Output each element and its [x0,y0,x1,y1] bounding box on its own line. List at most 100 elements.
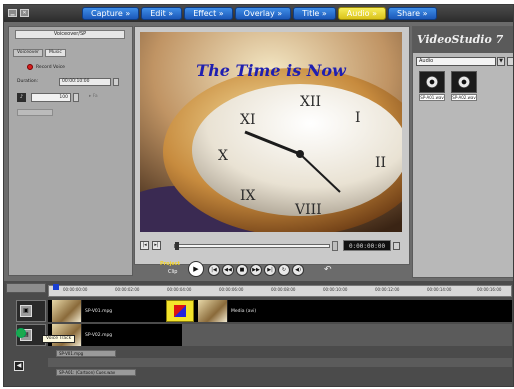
clip-thumbnail [198,300,228,322]
svg-text:XI: XI [240,112,256,128]
ruler-tick: 00:00:16:00 [477,287,502,292]
go-end-button[interactable]: ▸| [152,241,161,250]
timeline-ruler[interactable]: 00:00:00:00 00:00:02:00 00:00:04:00 00:0… [48,284,512,297]
library-item-label: SP-A01.wav [419,94,445,101]
library-options-button[interactable] [507,57,513,66]
duration-field[interactable]: 00:00:10:00 [59,78,111,86]
ruler-tick: 00:00:02:00 [115,287,140,292]
svg-text:X: X [218,148,228,164]
voice-track-empty[interactable] [48,358,512,367]
svg-text:VIII: VIII [294,202,322,218]
video-track[interactable]: SP-V01.mpg Media (avi) [48,300,512,322]
transition-effect[interactable] [166,300,194,322]
play-button[interactable]: ▶ [188,261,204,277]
svg-text:I: I [355,110,361,126]
step-bar: ▁ ✕ Capture » Edit » Effect » Overlay » … [4,5,513,22]
scrubber-bar[interactable] [174,242,330,250]
library-item[interactable]: SP-A01.wav [419,71,445,101]
disabled-option [17,109,53,116]
preview-panel: XI XII I X IX VIII II The Time is Now |◂… [134,26,410,265]
step-tab-effect[interactable]: Effect » [184,7,233,20]
tooltip: Voice Track [42,335,76,343]
navigation-controls: Project Clip ▶ |◀ ◀◀ ■ ▶▶ ▶| ↻ ◀) ↶ [154,261,354,281]
video-title-caption: The Time is Now [196,61,346,80]
project-mode-label[interactable]: Project [160,261,180,267]
repeat-button[interactable]: ↻ [278,264,290,276]
app-brand-logo: VideoStudio 7 [413,27,513,53]
library-item[interactable]: SP-A02.wav [451,71,477,101]
close-button[interactable]: ✕ [20,9,29,17]
svg-text:II: II [375,155,386,171]
volume-stepper[interactable] [73,93,79,102]
tab-voiceover[interactable]: Voiceover [13,49,44,57]
options-tabs: Voiceover Music [13,49,66,57]
previous-frame-button[interactable]: ◀◀ [222,264,234,276]
ruler-tick: 00:00:00:00 [63,287,88,292]
scrubber-handle[interactable] [175,242,179,250]
clip-mode-label[interactable]: Clip [168,269,177,275]
ruler-tick: 00:00:12:00 [375,287,400,292]
green-track-icon[interactable] [16,328,26,338]
duration-stepper[interactable] [113,78,119,86]
timecode-stepper[interactable] [393,242,400,250]
tab-music[interactable]: Music [45,49,66,57]
film-icon[interactable]: ▣ [20,305,32,317]
ruler-tick: 00:00:06:00 [219,287,244,292]
window-controls: ▁ ✕ [8,9,29,17]
step-tab-overlay[interactable]: Overlay » [234,7,292,20]
record-voice-button[interactable]: Record Voice [27,64,65,70]
ruler-tick: 00:00:08:00 [271,287,296,292]
audio-clip[interactable]: SP-A01: (Cartoon) Cues.wav [56,369,136,376]
system-volume-button[interactable]: ◀) [292,264,304,276]
clip-name: SP-V01.mpg [85,308,113,314]
record-icon [27,64,33,70]
audio-clip[interactable]: SP-V01.mpg [56,350,116,357]
overlay-track-empty[interactable] [182,324,512,346]
step-tab-edit[interactable]: Edit » [141,7,183,20]
volume-field[interactable]: 100 [31,93,71,102]
step-tab-share[interactable]: Share » [387,7,437,20]
options-panel: Voiceover/SP Voiceover Music Record Voic… [8,26,133,276]
timeline-toolbar[interactable] [6,283,46,293]
record-voice-label: Record Voice [36,64,65,70]
mark-button[interactable] [332,241,338,251]
step-tabs: Capture » Edit » Effect » Overlay » Titl… [82,7,437,20]
fade-in-option[interactable]: ▸ Fa [89,94,98,99]
next-frame-button[interactable]: ▶▶ [250,264,262,276]
video-track-header: ▣ [16,300,46,322]
step-tab-title[interactable]: Title » [293,7,336,20]
timecode-display[interactable]: 0:00:00:00 [343,240,391,251]
library-panel: VideoStudio 7 Audio ▼ SP-A01.wav SP-A02.… [412,26,513,278]
clip-thumbnail [52,300,82,322]
clip-name: SP-V02.mpg [85,332,113,338]
stop-button[interactable]: ■ [236,264,248,276]
duration-label: Duration: [17,79,39,84]
playhead-marker[interactable] [53,284,59,290]
svg-text:XII: XII [300,94,321,110]
cd-audio-icon [451,71,477,93]
ruler-tick: 00:00:10:00 [323,287,348,292]
chevron-down-icon[interactable]: ▼ [497,57,505,66]
speaker-icon[interactable]: ◀ [14,361,24,371]
undo-icon[interactable]: ↶ [324,266,335,275]
ruler-tick: 00:00:04:00 [167,287,192,292]
preview-video: XI XII I X IX VIII II The Time is Now [140,32,402,232]
step-tab-capture[interactable]: Capture » [82,7,140,20]
ruler-tick: 00:00:14:00 [427,287,452,292]
timeline-clip[interactable]: SP-V01.mpg [52,300,112,322]
end-button[interactable]: ▶| [264,264,276,276]
svg-text:IX: IX [240,188,256,204]
clip-name: Media (avi) [231,308,257,314]
preview-transport: |◂ ▸| 0:00:00:00 [140,239,402,255]
library-category-select[interactable]: Audio [416,57,496,66]
library-item-label: SP-A02.wav [451,94,477,101]
cd-audio-icon [419,71,445,93]
volume-icon[interactable]: ♪ [17,93,26,102]
go-start-button[interactable]: |◂ [140,241,149,250]
home-button[interactable]: |◀ [208,264,220,276]
timeline: 00:00:00:00 00:00:02:00 00:00:04:00 00:0… [4,281,513,386]
step-tab-audio[interactable]: Audio » [337,7,386,20]
videostudio-window: ▁ ✕ Capture » Edit » Effect » Overlay » … [3,4,514,387]
minimize-button[interactable]: ▁ [8,9,17,17]
timeline-clip[interactable]: Media (avi) [198,300,256,322]
